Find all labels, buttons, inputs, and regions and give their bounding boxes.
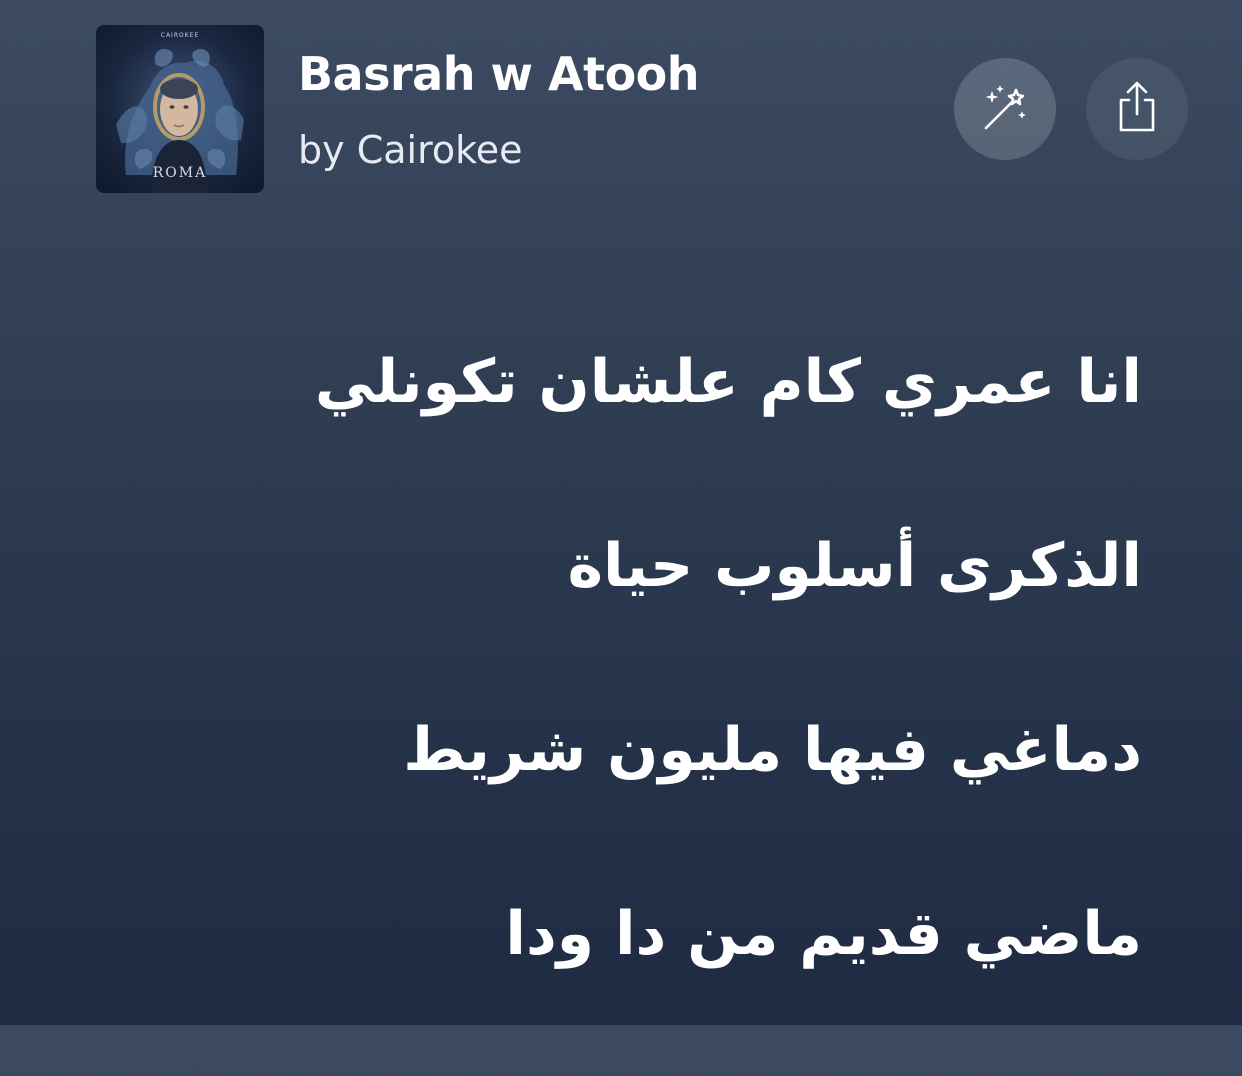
magic-wand-button[interactable] xyxy=(954,58,1056,160)
lyric-line[interactable]: دماغي فيها مليون شريط xyxy=(242,708,1142,792)
lyric-line[interactable]: الذكرى أسلوب حياة xyxy=(242,524,1142,608)
magic-wand-icon xyxy=(978,80,1032,138)
cover-artist-text: CAIROKEE xyxy=(160,32,200,39)
share-icon xyxy=(1113,80,1161,138)
artist-name[interactable]: by Cairokee xyxy=(298,128,523,172)
lyric-line[interactable]: انا عمري كام علشان تكونلي xyxy=(242,340,1142,424)
album-cover[interactable]: CAIROKEE ROMA xyxy=(96,25,264,193)
share-button[interactable] xyxy=(1086,58,1188,160)
lyrics-panel: انا عمري كام علشان تكونلي الذكرى أسلوب ح… xyxy=(242,340,1142,1076)
cover-album-text: ROMA xyxy=(152,165,208,181)
track-header: CAIROKEE ROMA Basrah w Atooh by Cairokee xyxy=(96,25,1188,193)
lyric-line[interactable]: ماضي قديم من دا ودا xyxy=(242,892,1142,976)
song-title: Basrah w Atooh xyxy=(298,47,700,101)
